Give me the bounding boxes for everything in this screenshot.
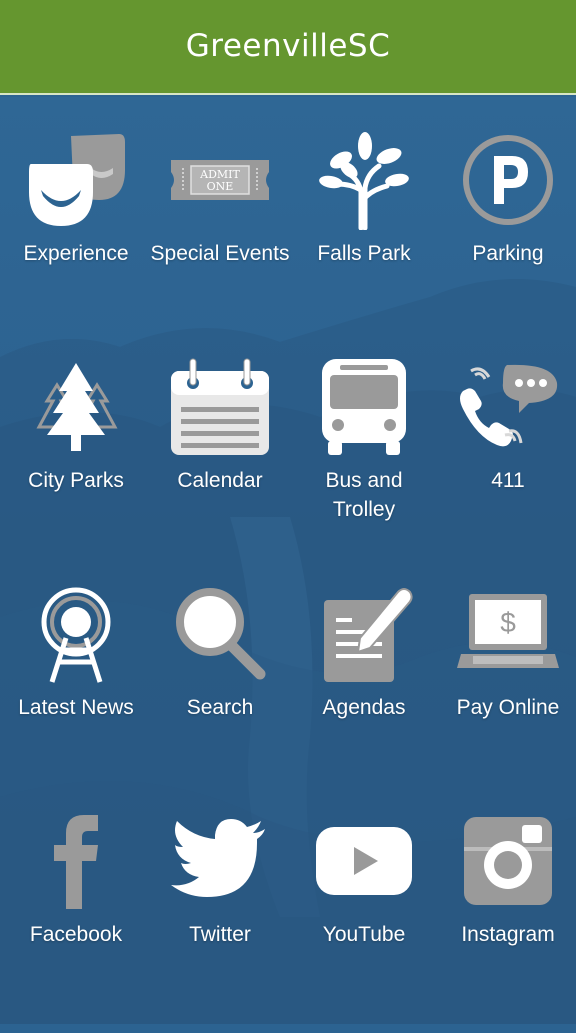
- tile-411[interactable]: 411: [436, 352, 576, 579]
- svg-text:ONE: ONE: [207, 180, 234, 193]
- bus-icon: [292, 352, 436, 462]
- tile-label: Falls Park: [317, 242, 411, 265]
- tile-facebook[interactable]: Facebook: [4, 806, 148, 1033]
- youtube-icon: [292, 806, 436, 916]
- tile-calendar[interactable]: Calendar: [148, 352, 292, 579]
- tile-special-events[interactable]: ADMIT ONE Special Events: [148, 125, 292, 352]
- tile-latest-news[interactable]: Latest News: [4, 579, 148, 806]
- admit-one-ticket-icon: ADMIT ONE: [148, 125, 292, 235]
- tile-label: Latest News: [18, 696, 134, 719]
- document-pen-icon: [292, 579, 436, 689]
- tile-label: Twitter: [189, 923, 251, 946]
- tile-search[interactable]: Search: [148, 579, 292, 806]
- tree-icon: [292, 125, 436, 235]
- phone-chat-icon: [436, 352, 576, 462]
- tile-city-parks[interactable]: City Parks: [4, 352, 148, 579]
- tile-agendas[interactable]: Agendas: [292, 579, 436, 806]
- tile-parking[interactable]: Parking: [436, 125, 576, 352]
- instagram-icon: [436, 806, 576, 916]
- theater-masks-icon: [4, 125, 148, 235]
- tile-experience[interactable]: Experience: [4, 125, 148, 352]
- calendar-icon: [148, 352, 292, 462]
- magnifier-icon: [148, 579, 292, 689]
- app-header: GreenvilleSC: [0, 0, 576, 95]
- tile-pay-online[interactable]: $ Pay Online: [436, 579, 576, 806]
- tile-label: Pay Online: [456, 696, 560, 719]
- laptop-dollar-icon: $: [436, 579, 576, 689]
- tile-label: Instagram: [461, 923, 555, 946]
- pine-trees-icon: [4, 352, 148, 462]
- tile-twitter[interactable]: Twitter: [148, 806, 292, 1033]
- tile-label: 411: [491, 469, 525, 492]
- tile-bus-and-trolley[interactable]: Bus and Trolley: [292, 352, 436, 579]
- tile-label: City Parks: [28, 469, 124, 492]
- tile-youtube[interactable]: YouTube: [292, 806, 436, 1033]
- svg-text:$: $: [500, 607, 516, 638]
- tile-instagram[interactable]: Instagram: [436, 806, 576, 1033]
- tile-label: Bus and Trolley: [325, 469, 403, 521]
- tile-label: Special Events: [150, 242, 290, 265]
- parking-icon: [436, 125, 576, 235]
- tile-label: Agendas: [322, 696, 406, 719]
- tile-label: YouTube: [322, 923, 406, 946]
- twitter-bird-icon: [148, 806, 292, 916]
- tile-label: Search: [186, 696, 254, 719]
- tile-falls-park[interactable]: Falls Park: [292, 125, 436, 352]
- tile-label: Calendar: [177, 469, 263, 492]
- app-title: GreenvilleSC: [185, 27, 391, 64]
- broadcast-tower-icon: [4, 579, 148, 689]
- tile-label: Facebook: [29, 923, 123, 946]
- facebook-icon: [4, 806, 148, 916]
- tile-label: Parking: [472, 242, 544, 265]
- tile-label: Experience: [23, 242, 129, 265]
